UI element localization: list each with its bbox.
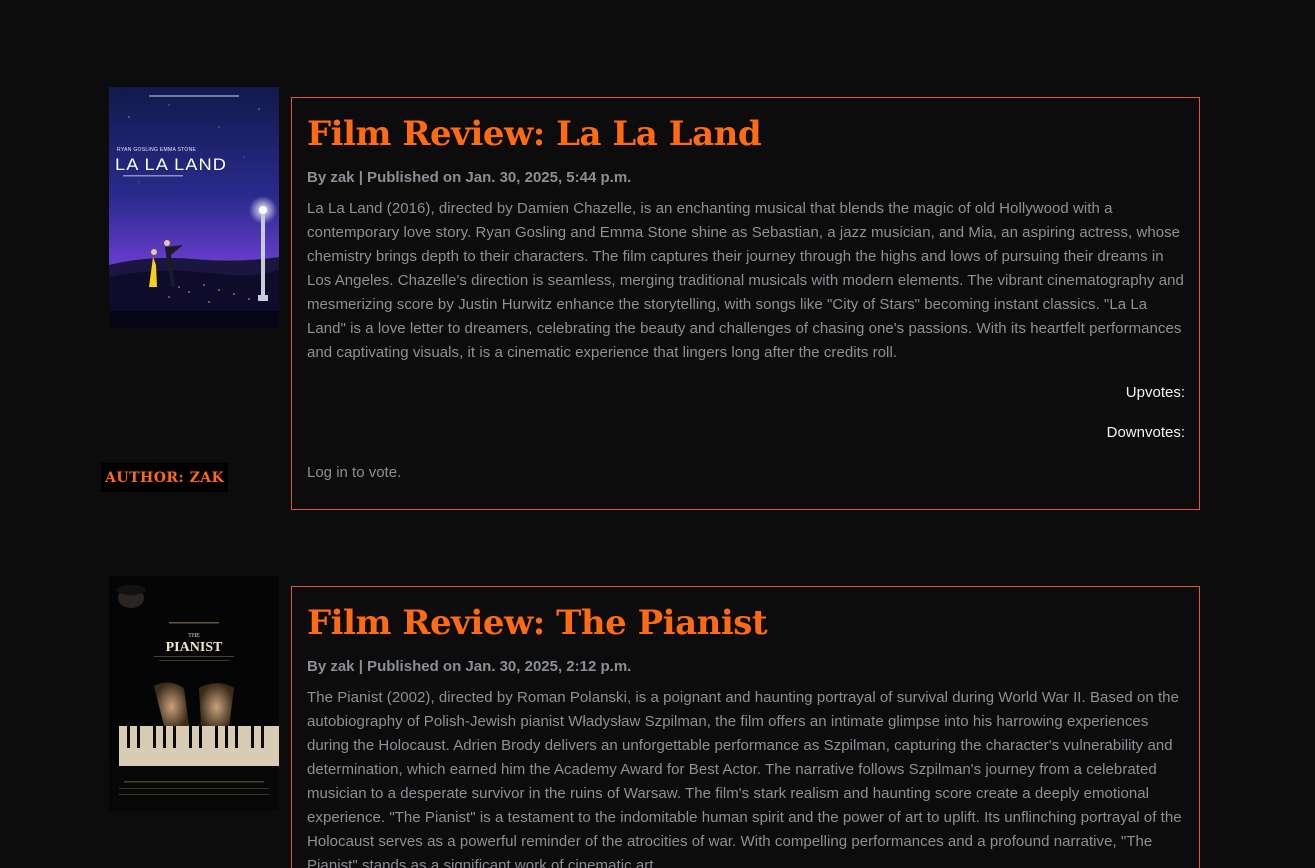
review-post: THE PIANIST Film Review: The Pianist By …	[0, 576, 1315, 868]
review-post: RYAN GOSLING EMMA STONE LA LA LAND AUTHO…	[0, 87, 1315, 517]
review-body: La La Land (2016), directed by Damien Ch…	[307, 200, 1184, 361]
review-byline: By zak | Published on Jan. 30, 2025, 5:4…	[307, 169, 632, 186]
review-byline: By zak | Published on Jan. 30, 2025, 2:1…	[307, 658, 632, 675]
movie-poster-la-la-land: RYAN GOSLING EMMA STONE LA LA LAND	[109, 87, 279, 328]
movie-poster-the-pianist: THE PIANIST	[109, 576, 279, 811]
review-card: Film Review: The Pianist By zak | Publis…	[291, 586, 1200, 868]
upvotes-label: Upvotes:	[1125, 384, 1185, 401]
login-to-vote-link[interactable]: Log in to vote.	[307, 463, 401, 483]
poster-title-text: LA LA LAND	[115, 155, 227, 174]
review-card: Film Review: La La Land By zak | Publish…	[291, 97, 1200, 510]
author-tag: Author: zak	[101, 463, 229, 492]
review-title[interactable]: Film Review: La La Land	[307, 112, 1185, 156]
page: RYAN GOSLING EMMA STONE LA LA LAND AUTHO…	[0, 0, 1315, 868]
poster-title-small: THE	[188, 633, 200, 639]
review-body: The Pianist (2002), directed by Roman Po…	[307, 689, 1182, 868]
review-title[interactable]: Film Review: The Pianist	[307, 601, 1185, 645]
poster-title-text: PIANIST	[166, 640, 223, 655]
poster-actors-text: RYAN GOSLING EMMA STONE	[117, 147, 197, 153]
downvotes-label: Downvotes:	[1106, 424, 1185, 441]
